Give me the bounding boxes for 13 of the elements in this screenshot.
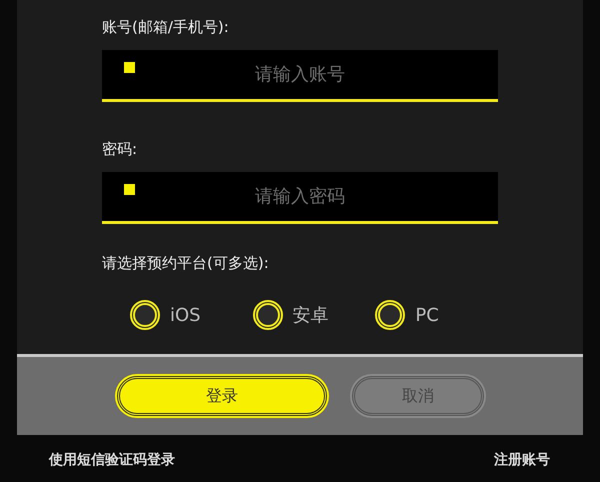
text-link[interactable]: 使用短信验证码登录 bbox=[49, 451, 175, 469]
platform-label: 请选择预约平台(可多选): bbox=[102, 253, 269, 274]
platform-radio[interactable]: 安卓 bbox=[252, 300, 376, 330]
cursor-icon bbox=[124, 184, 135, 195]
password-label: 密码: bbox=[102, 139, 138, 160]
platform-radio[interactable]: iOS bbox=[130, 300, 253, 330]
platform-radio[interactable]: PC bbox=[375, 300, 498, 330]
account-label: 账号(邮箱/手机号): bbox=[102, 17, 229, 38]
cursor-icon bbox=[124, 62, 135, 73]
login-button[interactable]: 登录 bbox=[117, 376, 327, 416]
account-field[interactable]: 请输入账号 bbox=[102, 50, 498, 102]
password-field[interactable]: 请输入密码 bbox=[102, 172, 498, 224]
text-link[interactable]: 注册账号 bbox=[494, 451, 550, 469]
